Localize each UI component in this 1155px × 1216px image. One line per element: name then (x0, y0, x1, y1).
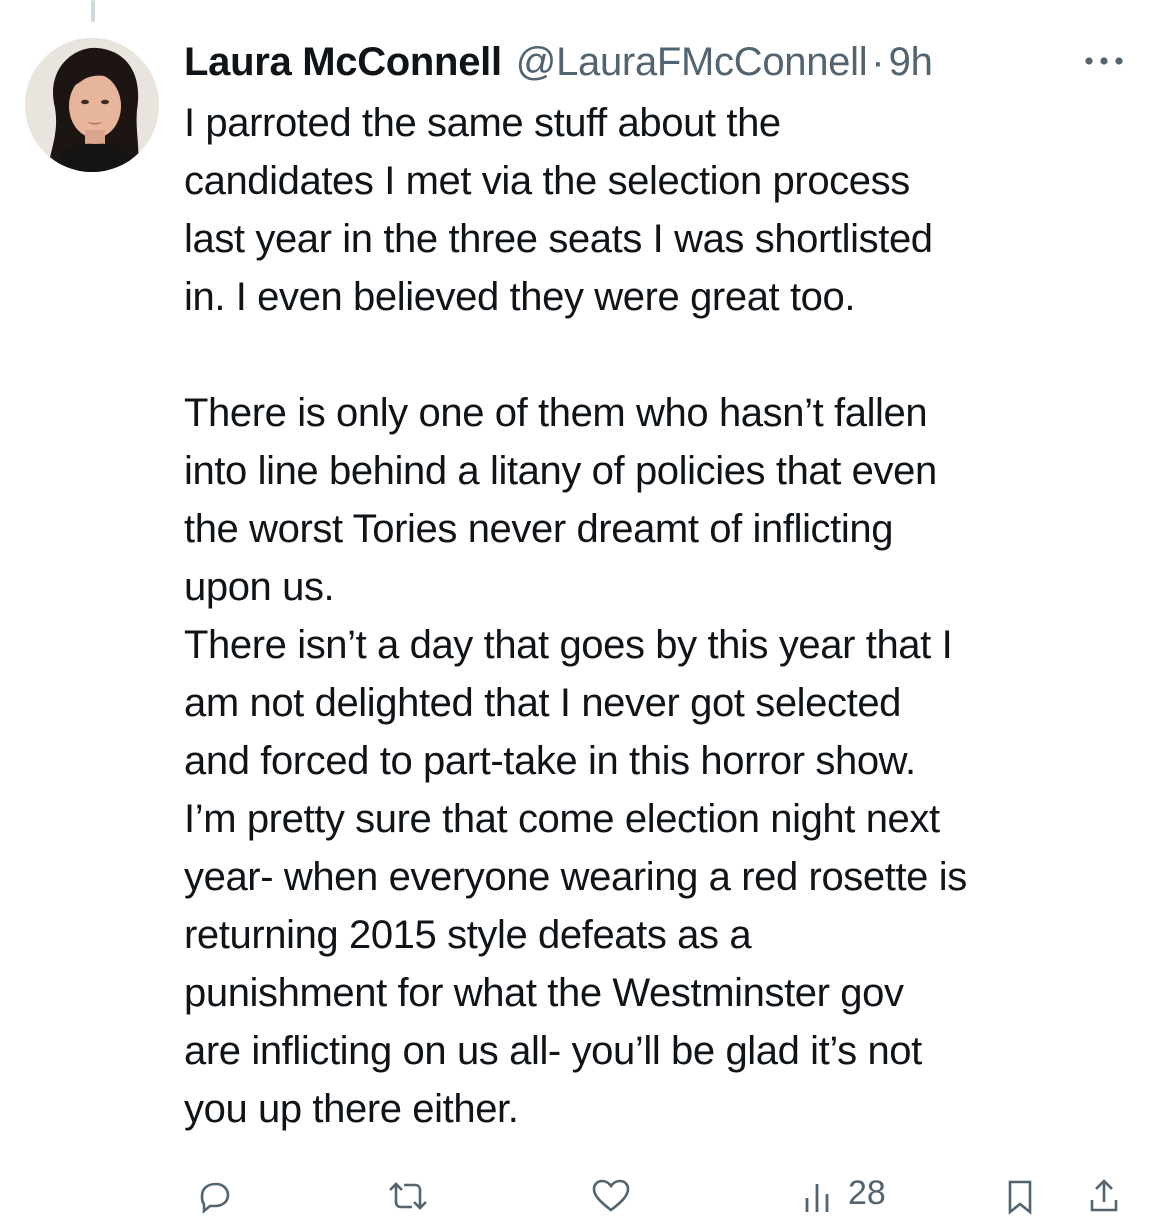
bookmark-button[interactable] (1002, 1176, 1038, 1216)
reply-button[interactable] (194, 1176, 234, 1216)
more-horizontal-icon[interactable] (1082, 50, 1126, 72)
reply-icon (194, 1176, 234, 1216)
like-button[interactable] (589, 1176, 633, 1216)
views-button[interactable]: 28 (802, 1174, 886, 1216)
retweet-icon (384, 1176, 432, 1216)
display-name[interactable]: Laura McConnell (184, 36, 502, 88)
user-handle[interactable]: @LauraFMcConnell (516, 36, 868, 88)
tweet-actions-bar: 28 (184, 1174, 1134, 1216)
views-count: 28 (848, 1174, 886, 1212)
separator-dot: · (871, 40, 885, 84)
tweet-text: I parroted the same stuff about the cand… (184, 101, 967, 1131)
views-icon (802, 1176, 838, 1216)
avatar[interactable] (25, 38, 159, 172)
timestamp[interactable]: 9h (889, 36, 933, 88)
share-icon (1084, 1176, 1124, 1216)
retweet-button[interactable] (384, 1176, 432, 1216)
bookmark-icon (1002, 1176, 1038, 1216)
thread-connector-line (91, 0, 95, 22)
like-icon (589, 1176, 633, 1216)
share-button[interactable] (1084, 1176, 1124, 1216)
tweet-header: Laura McConnell @LauraFMcConnell · 9h (184, 36, 933, 88)
